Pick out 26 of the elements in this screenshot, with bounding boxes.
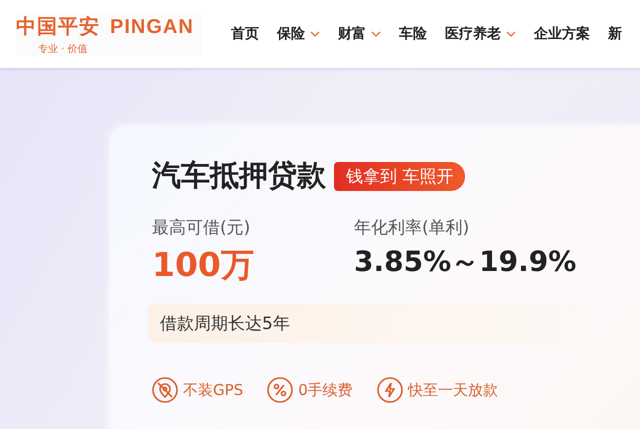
nav-item[interactable]: 保险	[277, 25, 320, 43]
chevron-down-icon	[310, 31, 320, 37]
chevron-down-icon	[371, 31, 381, 37]
stat-label: 年化利率(单利)	[354, 217, 470, 239]
chevron-down-icon	[506, 31, 516, 37]
no-location-icon	[152, 377, 178, 403]
lightning-icon	[376, 377, 403, 403]
nav-item[interactable]: 财富	[338, 25, 381, 43]
nav-item[interactable]: 首页	[231, 25, 259, 43]
stat-label: 最高可借(元)	[152, 217, 252, 239]
stat-value: 3.85%～19.9%	[354, 244, 578, 280]
feature-label: 快至一天放款	[408, 380, 498, 400]
nav-item[interactable]: 企业方案	[534, 25, 590, 43]
nav-item[interactable]: 新	[608, 25, 622, 43]
percent-icon	[267, 377, 294, 403]
slogan-badge: 钱拿到 车照开	[334, 162, 466, 190]
logo-text: PINGAN	[110, 16, 194, 38]
stat-value: 100万	[152, 244, 255, 286]
card-title: 汽车抵押贷款	[152, 157, 326, 194]
logo-text: 中国平安	[16, 12, 100, 40]
feature-label: 不装GPS	[183, 380, 244, 400]
term-note: 借款周期长达5年	[148, 304, 582, 343]
nav-item[interactable]: 医疗养老	[445, 25, 516, 43]
nav-item[interactable]: 车险	[399, 25, 427, 43]
feature-label: 0手续费	[298, 380, 353, 400]
logo-slogan: 专业 · 价值	[38, 42, 89, 56]
